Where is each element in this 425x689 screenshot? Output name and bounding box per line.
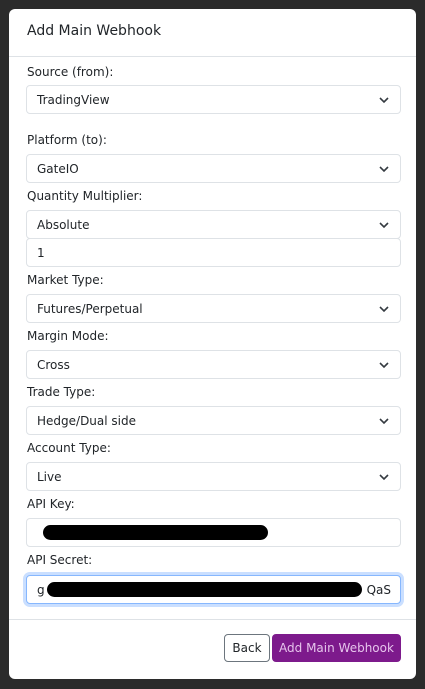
- modal-title: Add Main Webhook: [27, 23, 162, 39]
- account-type-select[interactable]: Live: [26, 462, 401, 491]
- account-type-label: Account Type:: [27, 441, 111, 455]
- api-key-redaction: [43, 525, 268, 540]
- chevron-down-icon: [379, 474, 389, 481]
- platform-value: GateIO: [37, 161, 79, 176]
- market-type-select[interactable]: Futures/Perpetual: [26, 294, 401, 323]
- margin-mode-value: Cross: [37, 357, 70, 372]
- api-secret-label: API Secret:: [27, 553, 93, 567]
- trade-type-label: Trade Type:: [27, 385, 96, 399]
- margin-mode-label: Margin Mode:: [27, 329, 109, 343]
- margin-mode-select[interactable]: Cross: [26, 350, 401, 379]
- quantity-multiplier-value: Absolute: [37, 217, 90, 232]
- api-key-label: API Key:: [27, 497, 75, 511]
- header-divider: [9, 56, 416, 57]
- market-type-value: Futures/Perpetual: [37, 301, 143, 316]
- chevron-down-icon: [379, 97, 389, 104]
- market-type-label: Market Type:: [27, 273, 104, 287]
- source-value: TradingView: [37, 92, 110, 107]
- chevron-down-icon: [379, 418, 389, 425]
- trade-type-select[interactable]: Hedge/Dual side: [26, 406, 401, 435]
- chevron-down-icon: [379, 222, 389, 229]
- api-secret-input[interactable]: g QaS: [26, 575, 401, 604]
- quantity-value: 1: [37, 245, 45, 260]
- source-select[interactable]: TradingView: [26, 85, 401, 114]
- add-main-webhook-button[interactable]: Add Main Webhook: [272, 634, 401, 662]
- back-button[interactable]: Back: [224, 634, 270, 662]
- chevron-down-icon: [379, 306, 389, 313]
- add-webhook-modal: Add Main Webhook Source (from): TradingV…: [9, 9, 416, 679]
- platform-select[interactable]: GateIO: [26, 154, 401, 183]
- quantity-multiplier-select[interactable]: Absolute: [26, 210, 401, 239]
- source-label: Source (from):: [27, 65, 114, 79]
- api-secret-end: QaS: [366, 583, 391, 597]
- trade-type-value: Hedge/Dual side: [37, 413, 136, 428]
- api-key-input[interactable]: [26, 518, 401, 547]
- chevron-down-icon: [379, 362, 389, 369]
- quantity-multiplier-label: Quantity Multiplier:: [27, 189, 143, 203]
- platform-label: Platform (to):: [27, 133, 107, 147]
- quantity-input[interactable]: 1: [26, 238, 401, 267]
- footer-divider: [9, 619, 416, 620]
- api-secret-start: g: [37, 582, 45, 597]
- chevron-down-icon: [379, 166, 389, 173]
- account-type-value: Live: [37, 469, 62, 484]
- api-secret-redaction: [47, 582, 362, 597]
